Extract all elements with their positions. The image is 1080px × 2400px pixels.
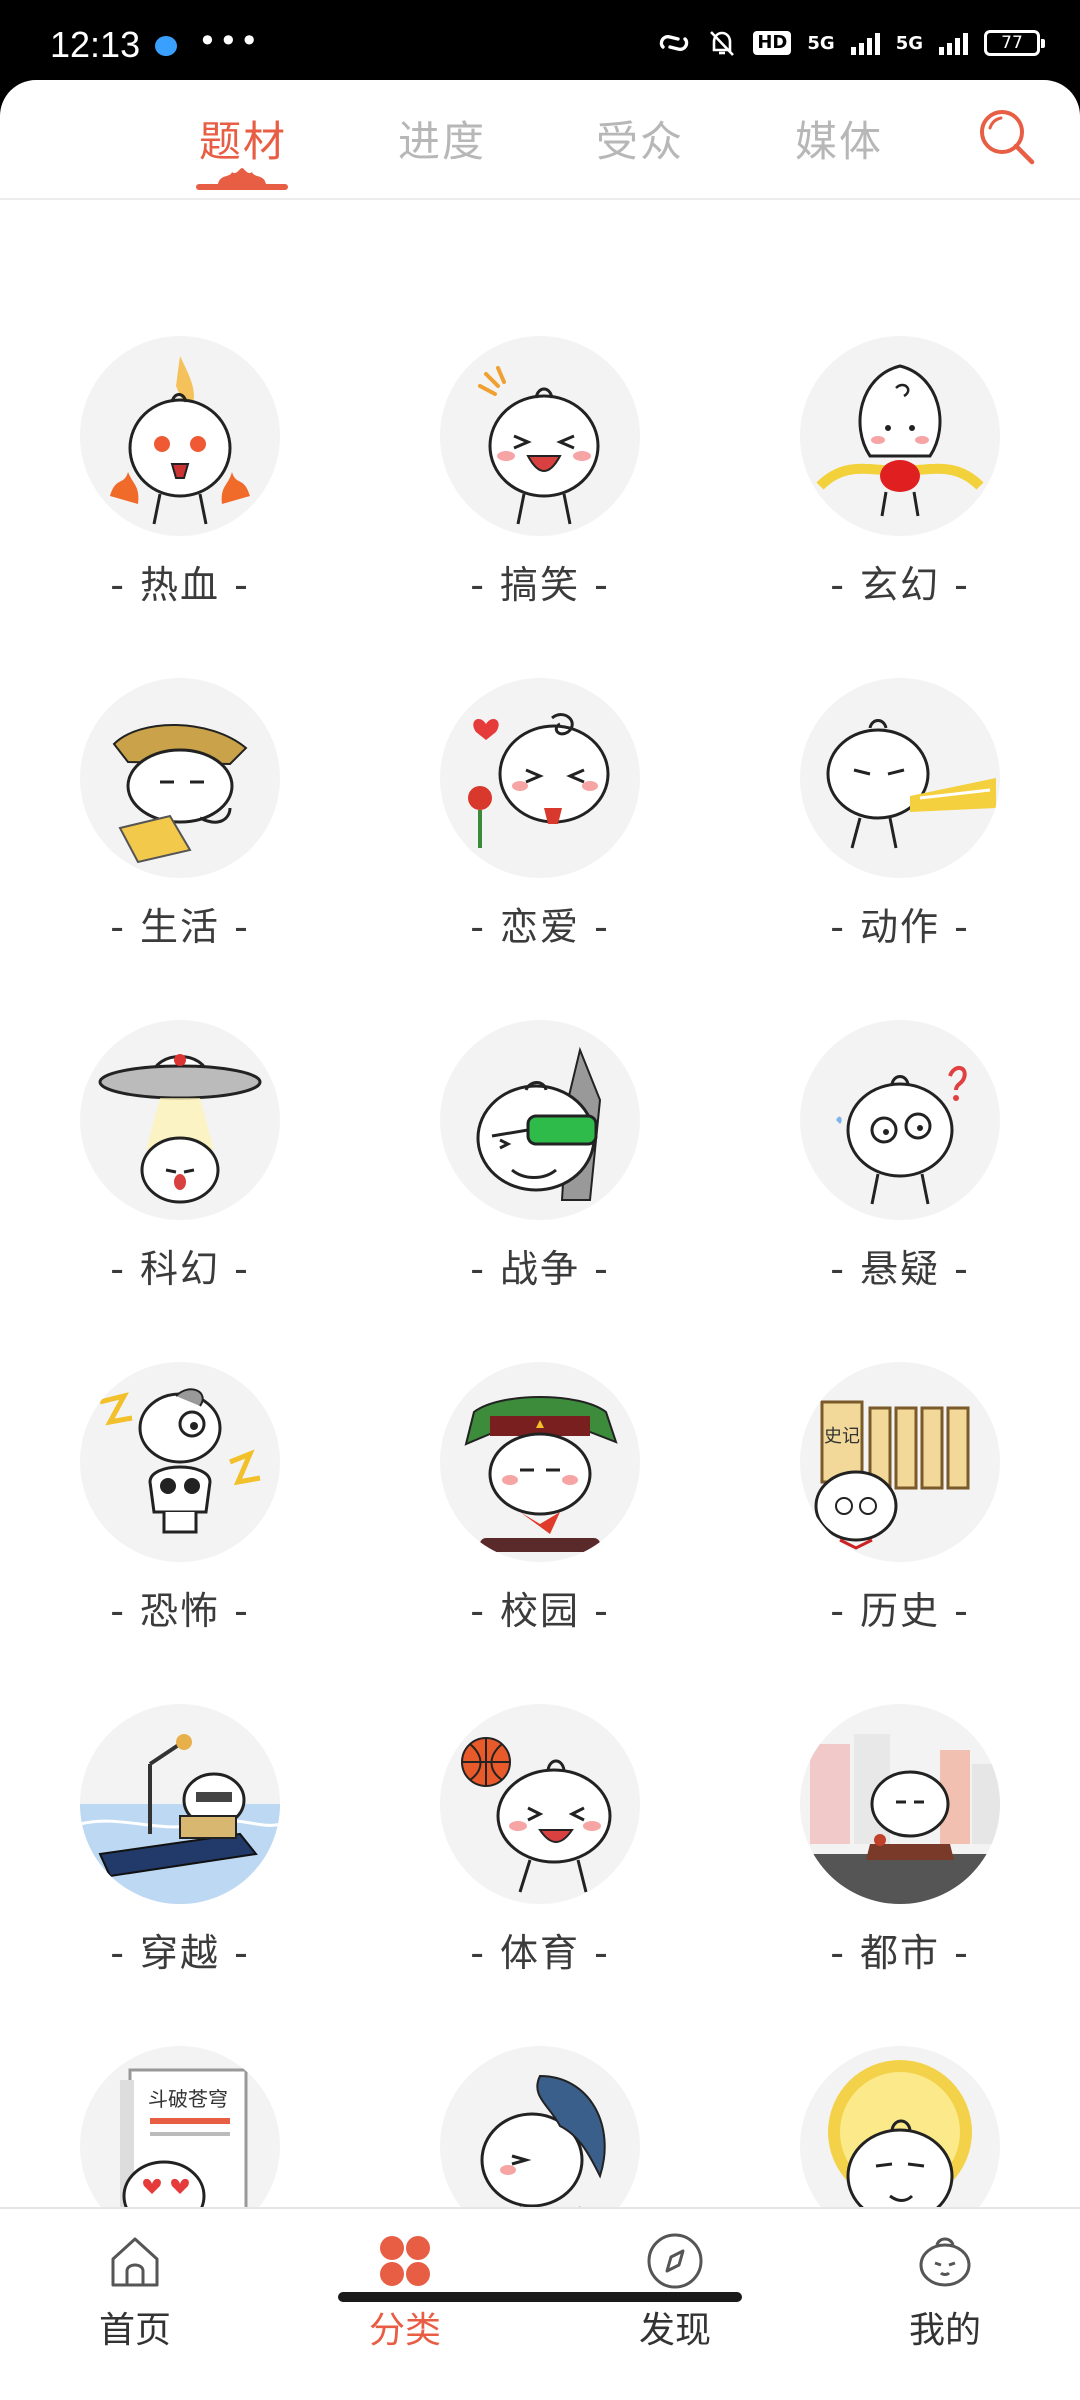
app-screen: 题材 进度 受众 媒体 - 热血 - - 搞笑 - - 玄幻 - - 生活 - … <box>0 80 1080 2400</box>
fantasy-icon <box>800 336 1000 536</box>
category-label: - 都市 - <box>830 1931 970 1975</box>
tab-progress[interactable]: 进度 <box>398 108 486 169</box>
history-scroll-text: 史记 <box>824 1426 860 1447</box>
battery-indicator: 77 <box>984 30 1045 56</box>
horror-icon <box>80 1362 280 1562</box>
top-tab-bar: 题材 进度 受众 媒体 <box>0 80 1080 200</box>
category-life[interactable]: - 生活 - <box>30 678 330 1018</box>
category-label: - 动作 - <box>830 905 970 949</box>
category-time-travel[interactable]: - 穿越 - <box>30 1704 330 2044</box>
nav-discover-label: 发现 <box>638 2310 711 2351</box>
home-icon <box>111 2237 159 2287</box>
nav-category[interactable]: 分类 <box>325 2221 485 2351</box>
category-label: - 战争 - <box>470 1247 610 1291</box>
signal-bars-1-icon <box>850 31 880 55</box>
mute-bell-icon <box>710 31 735 56</box>
category-label: - 穿越 - <box>110 1931 250 1975</box>
category-label: - 玄幻 - <box>830 563 970 607</box>
category-history[interactable]: 史记 - 历史 - <box>750 1362 1050 1702</box>
category-urban[interactable]: - 都市 - <box>750 1704 1050 2044</box>
search-icon[interactable] <box>976 106 1038 168</box>
bottom-navigation: 首页 分类 发现 我的 <box>0 2207 1080 2400</box>
category-hot-blood[interactable]: - 热血 - <box>30 336 330 676</box>
status-bar: 12:13 ••• HD 5G 5G 77 <box>0 0 1080 82</box>
link-icon <box>660 35 689 51</box>
romance-icon <box>440 678 640 878</box>
campus-icon <box>440 1362 640 1562</box>
category-icon <box>380 2236 430 2286</box>
status-indicators: HD 5G 5G 77 <box>657 26 1045 60</box>
category-sports[interactable]: - 体育 - <box>390 1704 690 2044</box>
category-label: - 恋爱 - <box>470 905 610 949</box>
compass-icon <box>647 2233 703 2289</box>
time-travel-icon <box>80 1704 280 1904</box>
category-funny[interactable]: - 搞笑 - <box>390 336 690 676</box>
network-type-1: 5G <box>807 32 835 54</box>
scifi-icon <box>80 1020 280 1220</box>
category-scifi[interactable]: - 科幻 - <box>30 1020 330 1360</box>
category-label: - 校园 - <box>470 1589 610 1633</box>
network-type-2: 5G <box>895 32 923 54</box>
nav-home-label: 首页 <box>98 2310 171 2351</box>
signal-bars-2-icon <box>939 31 968 55</box>
tab-subject[interactable]: 题材 <box>199 108 287 169</box>
category-label: - 生活 - <box>110 905 250 949</box>
hd-badge: HD <box>753 31 792 55</box>
category-label: - 热血 - <box>110 563 250 607</box>
hot-blood-icon <box>80 336 280 536</box>
war-icon <box>440 1020 640 1220</box>
category-campus[interactable]: - 校园 - <box>390 1362 690 1702</box>
nav-profile[interactable]: 我的 <box>865 2221 1025 2351</box>
category-label: - 科幻 - <box>110 1247 250 1291</box>
category-mystery[interactable]: - 悬疑 - <box>750 1020 1050 1360</box>
more-notifications-icon: ••• <box>198 22 261 60</box>
tab-audience[interactable]: 受众 <box>596 108 684 169</box>
category-war[interactable]: - 战争 - <box>390 1020 690 1360</box>
nav-profile-label: 我的 <box>908 2310 981 2351</box>
funny-icon <box>440 336 640 536</box>
life-icon <box>80 678 280 878</box>
nav-discover[interactable]: 发现 <box>595 2221 755 2351</box>
home-indicator-bar[interactable] <box>338 2292 742 2302</box>
category-action[interactable]: - 动作 - <box>750 678 1050 1018</box>
urban-icon <box>800 1704 1000 1904</box>
sports-icon <box>440 1704 640 1904</box>
notification-bubble-icon <box>155 36 177 56</box>
battery-level: 77 <box>1001 33 1023 53</box>
profile-mascot-icon <box>919 2237 971 2287</box>
category-label: - 体育 - <box>470 1931 610 1975</box>
category-label: - 悬疑 - <box>830 1247 970 1291</box>
book-title-text: 斗破苍穹 <box>148 2087 228 2111</box>
nav-home[interactable]: 首页 <box>55 2221 215 2351</box>
category-label: - 搞笑 - <box>470 563 610 607</box>
category-fantasy[interactable]: - 玄幻 - <box>750 336 1050 676</box>
category-label: - 恐怖 - <box>110 1589 250 1633</box>
mystery-icon <box>800 1020 1000 1220</box>
category-label: - 历史 - <box>830 1589 970 1633</box>
action-icon <box>800 678 1000 878</box>
status-time: 12:13 <box>50 24 141 65</box>
tab-active-indicator <box>196 168 288 190</box>
nav-category-label: 分类 <box>368 2310 441 2351</box>
category-horror[interactable]: - 恐怖 - <box>30 1362 330 1702</box>
category-romance[interactable]: - 恋爱 - <box>390 678 690 1018</box>
history-icon: 史记 <box>800 1362 1000 1562</box>
tab-media[interactable]: 媒体 <box>795 108 883 169</box>
